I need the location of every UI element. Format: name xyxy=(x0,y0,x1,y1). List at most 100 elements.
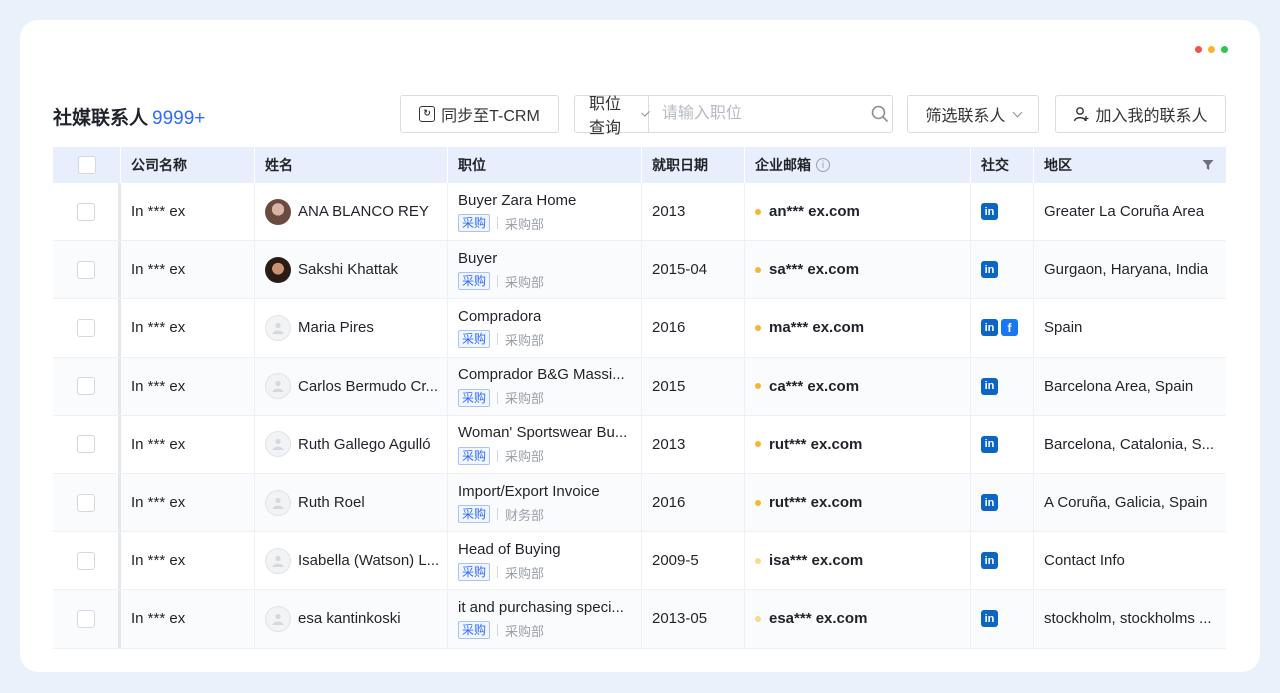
contact-count: 9999+ xyxy=(152,108,206,129)
divider xyxy=(497,333,499,346)
email-address[interactable]: rut*** ex.com xyxy=(769,494,862,511)
column-header-company: 公司名称 xyxy=(121,147,255,183)
region: Greater La Coruña Area xyxy=(1044,203,1205,221)
region: Barcelona, Catalonia, S... xyxy=(1044,435,1215,453)
position-cell: Import/Export Invoice 采购 财务部 xyxy=(448,473,642,532)
email-address[interactable]: sa*** ex.com xyxy=(769,261,859,278)
position-query-select[interactable]: 职位查询 xyxy=(575,96,650,137)
window-dot-red[interactable] xyxy=(1195,46,1202,53)
contact-name[interactable]: Sakshi Khattak xyxy=(298,261,398,278)
position-cell: Buyer 采购 采购部 xyxy=(448,241,642,299)
social-cell: in xyxy=(971,590,1034,648)
table-row[interactable]: In *** ex Carlos Bermudo Cr... Comprador… xyxy=(53,357,1226,416)
company-name: In *** ex xyxy=(131,261,186,279)
position-cell: Compradora 采购 采购部 xyxy=(448,299,642,357)
social-cell: in xyxy=(971,532,1034,590)
column-header-email-label: 企业邮箱 xyxy=(755,157,811,173)
contact-name[interactable]: ANA BLANCO REY xyxy=(298,203,429,220)
row-checkbox[interactable] xyxy=(76,202,95,221)
linkedin-icon[interactable]: in xyxy=(981,552,998,570)
column-header-email: 企业邮箱 i xyxy=(745,147,971,183)
divider xyxy=(497,624,499,637)
window-dot-green[interactable] xyxy=(1221,46,1228,53)
divider xyxy=(497,449,499,462)
contact-name[interactable]: Ruth Roel xyxy=(298,494,365,511)
email-address[interactable]: rut*** ex.com xyxy=(769,436,862,453)
row-checkbox[interactable] xyxy=(76,551,95,570)
contact-name[interactable]: Carlos Bermudo Cr... xyxy=(298,378,438,395)
window-dot-yellow[interactable] xyxy=(1208,46,1215,53)
row-checkbox[interactable] xyxy=(76,377,95,396)
row-checkbox[interactable] xyxy=(76,260,95,279)
position-meta: 采购 采购部 xyxy=(458,388,544,407)
filter-contacts-button[interactable]: 筛选联系人 xyxy=(907,95,1039,133)
row-checkbox-cell xyxy=(53,415,121,473)
column-header-region: 地区 xyxy=(1034,147,1226,183)
email-cell: ca*** ex.com xyxy=(745,357,971,415)
table-row[interactable]: In *** ex ANA BLANCO REY Buyer Zara Home… xyxy=(53,183,1226,242)
row-checkbox[interactable] xyxy=(76,609,95,628)
position-title: Head of Buying xyxy=(458,540,561,558)
add-to-my-contacts-button[interactable]: 加入我的联系人 xyxy=(1055,95,1226,133)
facebook-icon[interactable]: f xyxy=(1001,319,1018,337)
region-cell: Barcelona Area, Spain xyxy=(1034,358,1226,415)
table-row[interactable]: In *** ex Isabella (Watson) L... Head of… xyxy=(53,532,1226,591)
start-date: 2013 xyxy=(652,435,686,453)
email-address[interactable]: ma*** ex.com xyxy=(769,319,864,336)
contacts-card: 社媒联系人9999+ ↻ 同步至T-CRM 职位查询 筛选联系人 加入我的联系人 xyxy=(20,20,1260,672)
email-cell: esa*** ex.com xyxy=(745,590,971,648)
position-cell: Comprador B&G Massi... 采购 采购部 xyxy=(448,357,642,415)
email-status-dot xyxy=(755,208,761,215)
email-address[interactable]: ca*** ex.com xyxy=(769,378,859,395)
contact-name[interactable]: Ruth Gallego Agulló xyxy=(298,436,431,453)
linkedin-icon[interactable]: in xyxy=(981,377,998,395)
table-row[interactable]: In *** ex esa kantinkoski it and purchas… xyxy=(53,590,1226,649)
toolbar: 社媒联系人9999+ ↻ 同步至T-CRM 职位查询 筛选联系人 加入我的联系人 xyxy=(53,95,1226,137)
avatar-placeholder-icon xyxy=(265,547,291,574)
linkedin-icon[interactable]: in xyxy=(981,261,998,279)
sync-tcrm-button[interactable]: ↻ 同步至T-CRM xyxy=(400,95,559,133)
linkedin-icon[interactable]: in xyxy=(981,319,998,337)
start-date: 2009-5 xyxy=(652,552,699,570)
linkedin-icon[interactable]: in xyxy=(981,203,998,221)
position-title: Import/Export Invoice xyxy=(458,482,600,500)
table-row[interactable]: In *** ex Ruth Gallego Agulló Woman' Spo… xyxy=(53,415,1226,474)
select-all-checkbox[interactable] xyxy=(77,156,96,174)
email-address[interactable]: isa*** ex.com xyxy=(769,552,863,569)
start-date: 2016 xyxy=(652,494,686,512)
company-name: In *** ex xyxy=(131,494,186,512)
category-tag: 采购 xyxy=(458,563,491,582)
position-input[interactable] xyxy=(648,96,869,132)
avatar-placeholder-icon xyxy=(265,489,291,516)
linkedin-icon[interactable]: in xyxy=(981,610,998,628)
info-icon[interactable]: i xyxy=(816,158,830,172)
column-header-social: 社交 xyxy=(971,147,1034,183)
filter-icon[interactable] xyxy=(1202,159,1214,171)
company-cell: In *** ex xyxy=(121,473,255,532)
email-address[interactable]: an*** ex.com xyxy=(769,203,860,220)
table-row[interactable]: In *** ex Ruth Roel Import/Export Invoic… xyxy=(53,473,1226,533)
row-checkbox[interactable] xyxy=(76,318,95,337)
table-body: In *** ex ANA BLANCO REY Buyer Zara Home… xyxy=(53,183,1226,649)
company-cell: In *** ex xyxy=(121,357,255,415)
contact-name[interactable]: Isabella (Watson) L... xyxy=(298,552,439,569)
avatar xyxy=(265,256,291,283)
position-title: Comprador B&G Massi... xyxy=(458,366,625,384)
search-icon[interactable] xyxy=(869,96,892,132)
company-cell: In *** ex xyxy=(121,415,255,473)
email-status-dot xyxy=(755,557,761,564)
contact-name[interactable]: Maria Pires xyxy=(298,319,374,336)
social-cell: in xyxy=(971,183,1034,241)
email-address[interactable]: esa*** ex.com xyxy=(769,610,867,627)
add-label: 加入我的联系人 xyxy=(1095,108,1208,125)
row-checkbox[interactable] xyxy=(76,435,95,454)
row-checkbox[interactable] xyxy=(76,493,95,512)
table-row[interactable]: In *** ex Maria Pires Compradora 采购 采购部 … xyxy=(53,299,1226,358)
linkedin-icon[interactable]: in xyxy=(981,494,998,512)
table-row[interactable]: In *** ex Sakshi Khattak Buyer 采购 采购部 20… xyxy=(53,241,1226,300)
date-cell: 2015-04 xyxy=(642,241,745,299)
contact-name[interactable]: esa kantinkoski xyxy=(298,610,401,627)
linkedin-icon[interactable]: in xyxy=(981,435,998,453)
department: 采购部 xyxy=(505,623,545,639)
name-cell: Isabella (Watson) L... xyxy=(255,532,448,590)
